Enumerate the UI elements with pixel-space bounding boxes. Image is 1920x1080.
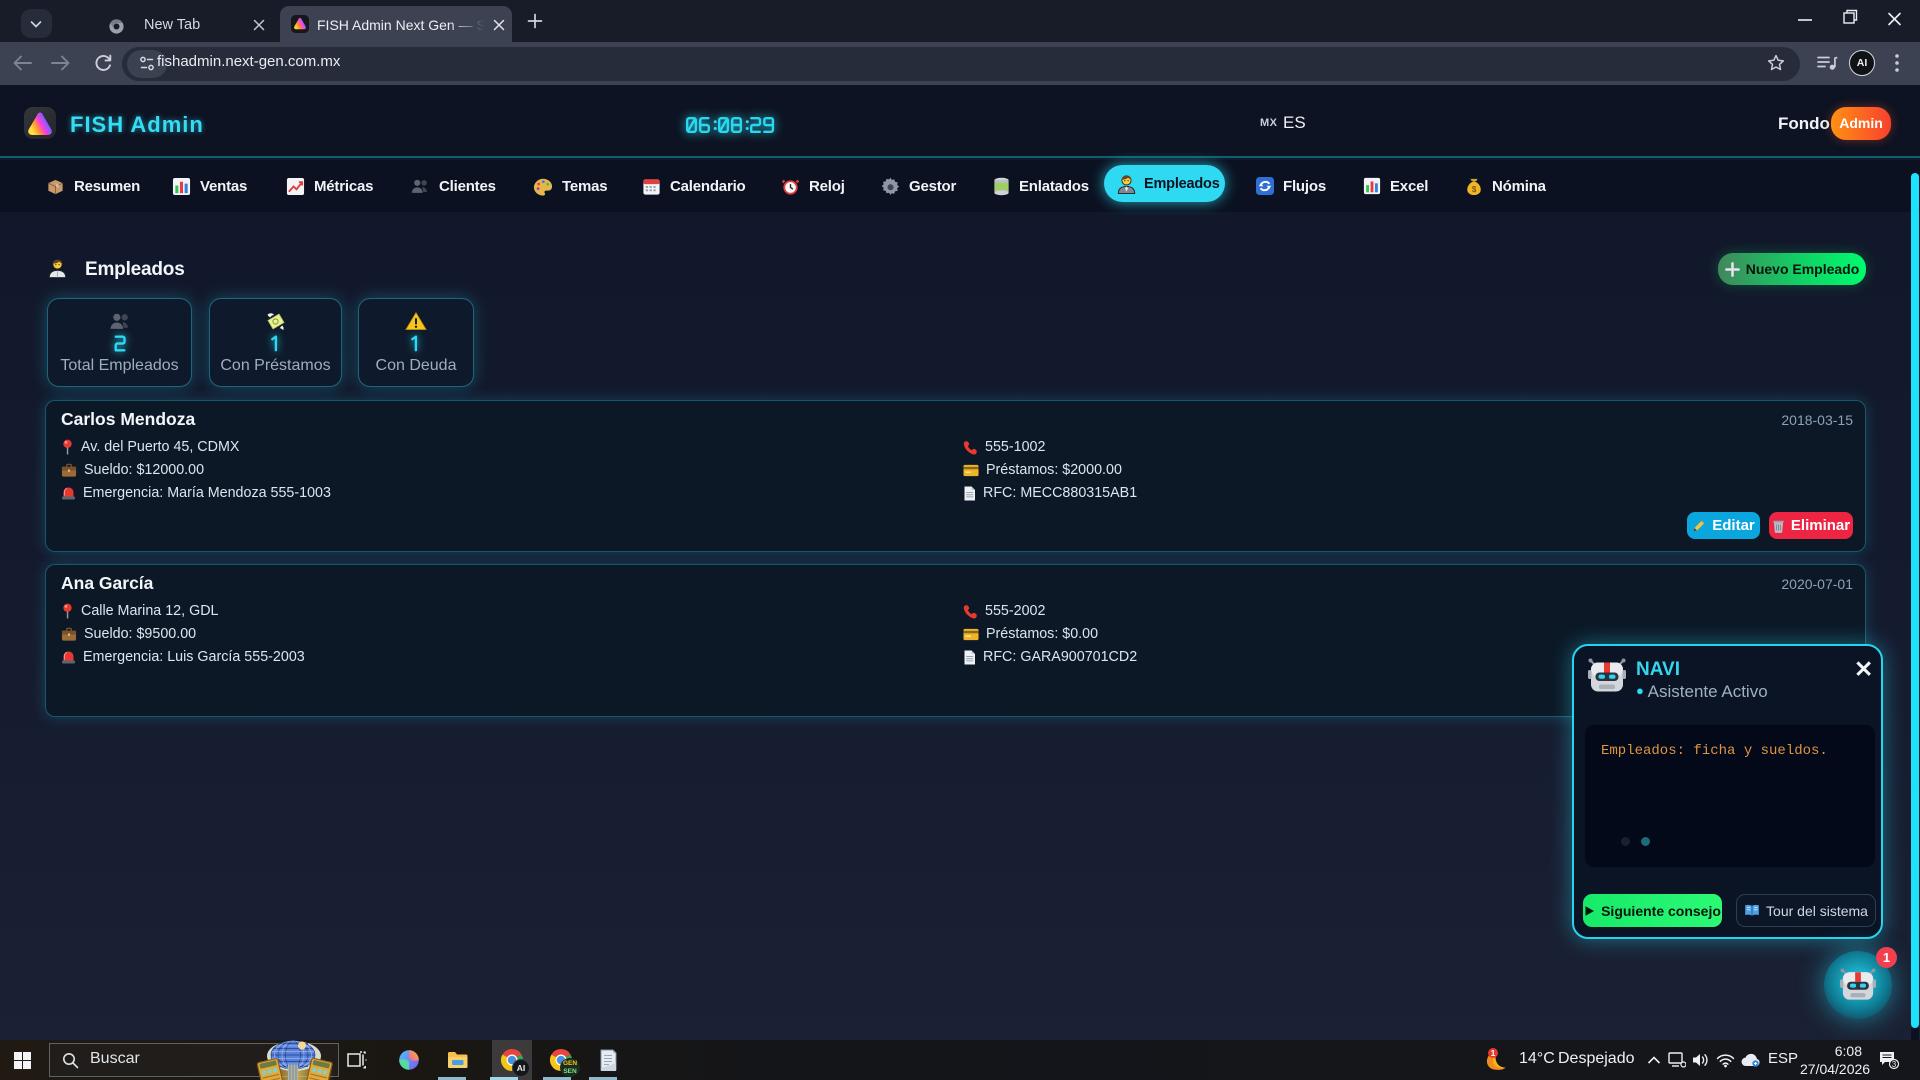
svg-text:1: 1 (1491, 1048, 1496, 1058)
svg-text:$: $ (1472, 184, 1477, 193)
svg-text:3: 3 (1892, 1060, 1897, 1069)
